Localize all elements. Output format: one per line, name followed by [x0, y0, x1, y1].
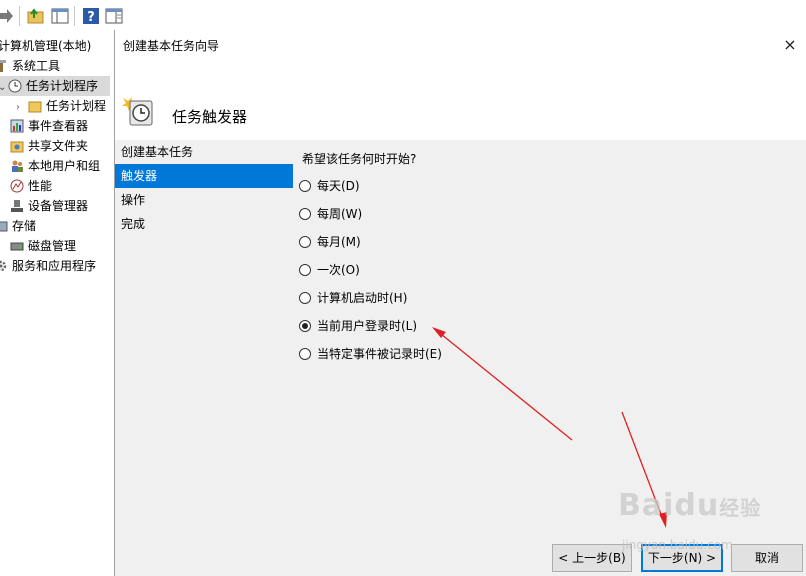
toolbar-separator — [74, 6, 75, 26]
clock-icon — [8, 79, 22, 93]
radio-button[interactable] — [299, 347, 311, 360]
disk-icon — [10, 239, 24, 253]
up-folder-icon[interactable] — [27, 7, 45, 25]
storage-icon — [0, 219, 8, 233]
services-icon — [0, 259, 8, 273]
radio-label: 一次(O) — [317, 263, 360, 277]
step-trigger[interactable]: 触发器 — [115, 164, 293, 188]
step-create-basic-task[interactable]: 创建基本任务 — [115, 140, 293, 164]
baidu-watermark: Baidu经验 — [618, 488, 761, 523]
watermark-suffix: 经验 — [719, 496, 762, 520]
radio-label: 计算机启动时(H) — [317, 291, 408, 305]
help-icon[interactable]: ? — [82, 7, 100, 25]
radio-button[interactable] — [299, 207, 311, 220]
tree-item-device-manager[interactable]: 设备管理器 — [10, 196, 88, 216]
step-finish[interactable]: 完成 — [115, 212, 293, 236]
task-clock-icon — [120, 94, 154, 128]
radio-label: 每月(M) — [317, 235, 361, 249]
back-button[interactable]: < 上一步(B) — [552, 544, 632, 572]
radio-label: 每天(D) — [317, 179, 360, 193]
tree-item-performance[interactable]: 性能 — [10, 176, 52, 196]
tree-item-task-scheduler-library[interactable]: › 任务计划程 — [16, 96, 106, 116]
radio-monthly[interactable]: 每月(M) — [299, 232, 361, 252]
tree-item-label: 设备管理器 — [28, 199, 89, 213]
radio-computer-startup[interactable]: 计算机启动时(H) — [299, 288, 407, 308]
tree-item-local-users-groups[interactable]: 本地用户和组 — [10, 156, 100, 176]
tree-item-label: 磁盘管理 — [28, 239, 77, 253]
toolbar-separator — [19, 6, 20, 26]
radio-one-time[interactable]: 一次(O) — [299, 260, 360, 280]
radio-button[interactable] — [299, 291, 311, 304]
collapsed-chevron-icon[interactable]: › — [16, 98, 28, 118]
expanded-chevron-icon[interactable]: ⌄ — [0, 78, 8, 98]
tree-item-label: 服务和应用程序 — [12, 259, 97, 273]
tree-item-computer-management[interactable]: 计算机管理(本地) — [0, 36, 91, 56]
radio-event-logged[interactable]: 当特定事件被记录时(E) — [299, 344, 442, 364]
folder-icon — [28, 99, 42, 113]
tree-item-event-viewer[interactable]: 事件查看器 — [10, 116, 88, 136]
dialog-titlebar: 创建基本任务向导 × — [115, 30, 806, 60]
tree-item-label: 系统工具 — [12, 59, 61, 73]
console-tree: 计算机管理(本地) 系统工具 ⌄ 任务计划程序 › 任务计划程 事件查看器 共享文件… — [0, 32, 114, 576]
performance-icon — [10, 179, 24, 193]
radio-button[interactable] — [299, 179, 311, 192]
wizard-steps-list: 创建基本任务 触发器 操作 完成 — [115, 140, 293, 236]
watermark-brand: Baidu — [618, 488, 720, 523]
radio-label: 每周(W) — [317, 207, 363, 221]
tools-icon — [0, 59, 8, 73]
trigger-question: 希望该任务何时开始? — [302, 152, 417, 166]
tree-item-label: 本地用户和组 — [28, 159, 101, 173]
radio-user-logon[interactable]: 当前用户登录时(L) — [299, 316, 417, 336]
tree-item-disk-management[interactable]: 磁盘管理 — [10, 236, 76, 256]
tree-item-label: 事件查看器 — [28, 119, 89, 133]
tree-item-shared-folders[interactable]: 共享文件夹 — [10, 136, 88, 156]
event-viewer-icon — [10, 119, 24, 133]
step-action[interactable]: 操作 — [115, 188, 293, 212]
tree-item-label: 计算机管理(本地) — [0, 39, 92, 53]
tree-item-system-tools[interactable]: 系统工具 — [0, 56, 60, 76]
wizard-header: 任务触发器 — [115, 60, 806, 140]
tree-item-task-scheduler[interactable]: ⌄ 任务计划程序 — [0, 76, 110, 96]
tree-item-storage[interactable]: 存储 — [0, 216, 36, 236]
radio-button[interactable] — [299, 235, 311, 248]
radio-button-selected[interactable] — [299, 319, 311, 332]
users-icon — [10, 159, 24, 173]
radio-label: 当特定事件被记录时(E) — [317, 347, 442, 361]
cancel-button[interactable]: 取消 — [731, 544, 803, 572]
shared-folder-icon — [10, 139, 24, 153]
radio-daily[interactable]: 每天(D) — [299, 176, 360, 196]
tree-item-label: 任务计划程 — [46, 99, 107, 113]
tree-item-label: 存储 — [12, 219, 37, 233]
radio-weekly[interactable]: 每周(W) — [299, 204, 362, 224]
action-pane-icon[interactable] — [105, 7, 123, 25]
tree-item-label: 任务计划程序 — [26, 79, 99, 93]
svg-text:?: ? — [87, 10, 95, 25]
device-manager-icon — [10, 199, 24, 213]
watermark-url: jingyan.baidu.com — [622, 538, 733, 552]
tree-item-services-applications[interactable]: 服务和应用程序 — [0, 256, 96, 276]
tree-item-label: 共享文件夹 — [28, 139, 89, 153]
wizard-page-title: 任务触发器 — [172, 108, 248, 126]
forward-arrow-icon[interactable] — [0, 8, 14, 24]
radio-button[interactable] — [299, 263, 311, 276]
mmc-toolbar: ? — [0, 0, 806, 32]
tree-item-label: 性能 — [28, 179, 53, 193]
radio-label: 当前用户登录时(L) — [317, 319, 418, 333]
close-icon[interactable]: × — [779, 34, 801, 56]
show-hide-tree-icon[interactable] — [51, 7, 69, 25]
dialog-title: 创建基本任务向导 — [123, 39, 220, 53]
